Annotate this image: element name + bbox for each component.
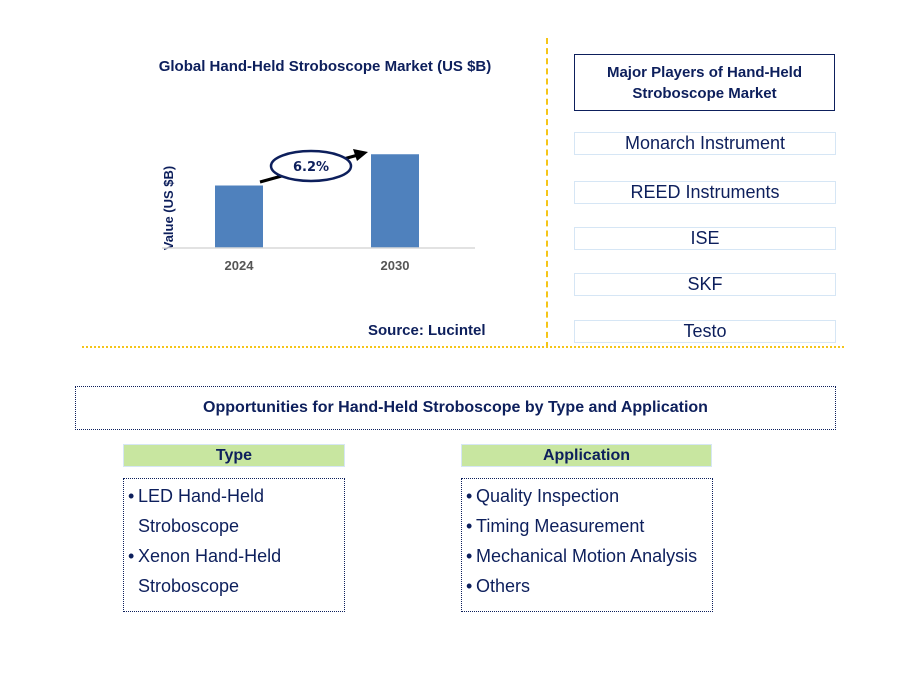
x-tick-label: 2030: [381, 258, 410, 273]
major-players-title: Major Players of Hand-Held Stroboscope M…: [574, 54, 835, 111]
bullet-icon: •: [466, 486, 473, 506]
player-item: Monarch Instrument: [574, 132, 836, 155]
vertical-divider: [546, 38, 548, 348]
cagr-label: 6.2%: [293, 160, 329, 175]
application-item: • Mechanical Motion Analysis: [466, 541, 708, 571]
horizontal-divider: [82, 346, 844, 348]
type-item: • Xenon Hand-Held Stroboscope: [128, 541, 340, 601]
bullet-icon: •: [128, 486, 135, 506]
bar-2024: [215, 185, 263, 248]
application-item: • Quality Inspection: [466, 481, 708, 511]
y-axis-label: Value (US $B): [161, 166, 176, 251]
bullet-icon: •: [466, 546, 473, 566]
type-heading: Type: [123, 444, 345, 467]
application-list: • Quality Inspection • Timing Measurement …: [461, 478, 713, 612]
bullet-icon: •: [466, 516, 473, 536]
bullet-icon: •: [128, 546, 135, 566]
application-item: • Others: [466, 571, 708, 601]
type-list: • LED Hand-Held Stroboscope • Xenon Hand-H…: [123, 478, 345, 612]
player-item: ISE: [574, 227, 836, 250]
opportunities-title: Opportunities for Hand-Held Stroboscope …: [75, 386, 836, 430]
growth-arrow-head: [353, 149, 368, 161]
player-item: Testo: [574, 320, 836, 343]
bar-2030: [371, 154, 419, 248]
player-item: SKF: [574, 273, 836, 296]
bar-chart: Value (US $B) 2024 2030 6.2%: [161, 149, 475, 273]
bullet-icon: •: [466, 576, 473, 596]
player-item: REED Instruments: [574, 181, 836, 204]
application-item: • Timing Measurement: [466, 511, 708, 541]
type-item: • LED Hand-Held Stroboscope: [128, 481, 340, 541]
chart-title: Global Hand-Held Stroboscope Market (US …: [158, 58, 492, 75]
chart-source: Source: Lucintel: [368, 322, 486, 339]
application-heading: Application: [461, 444, 712, 467]
x-tick-label: 2024: [225, 258, 255, 273]
